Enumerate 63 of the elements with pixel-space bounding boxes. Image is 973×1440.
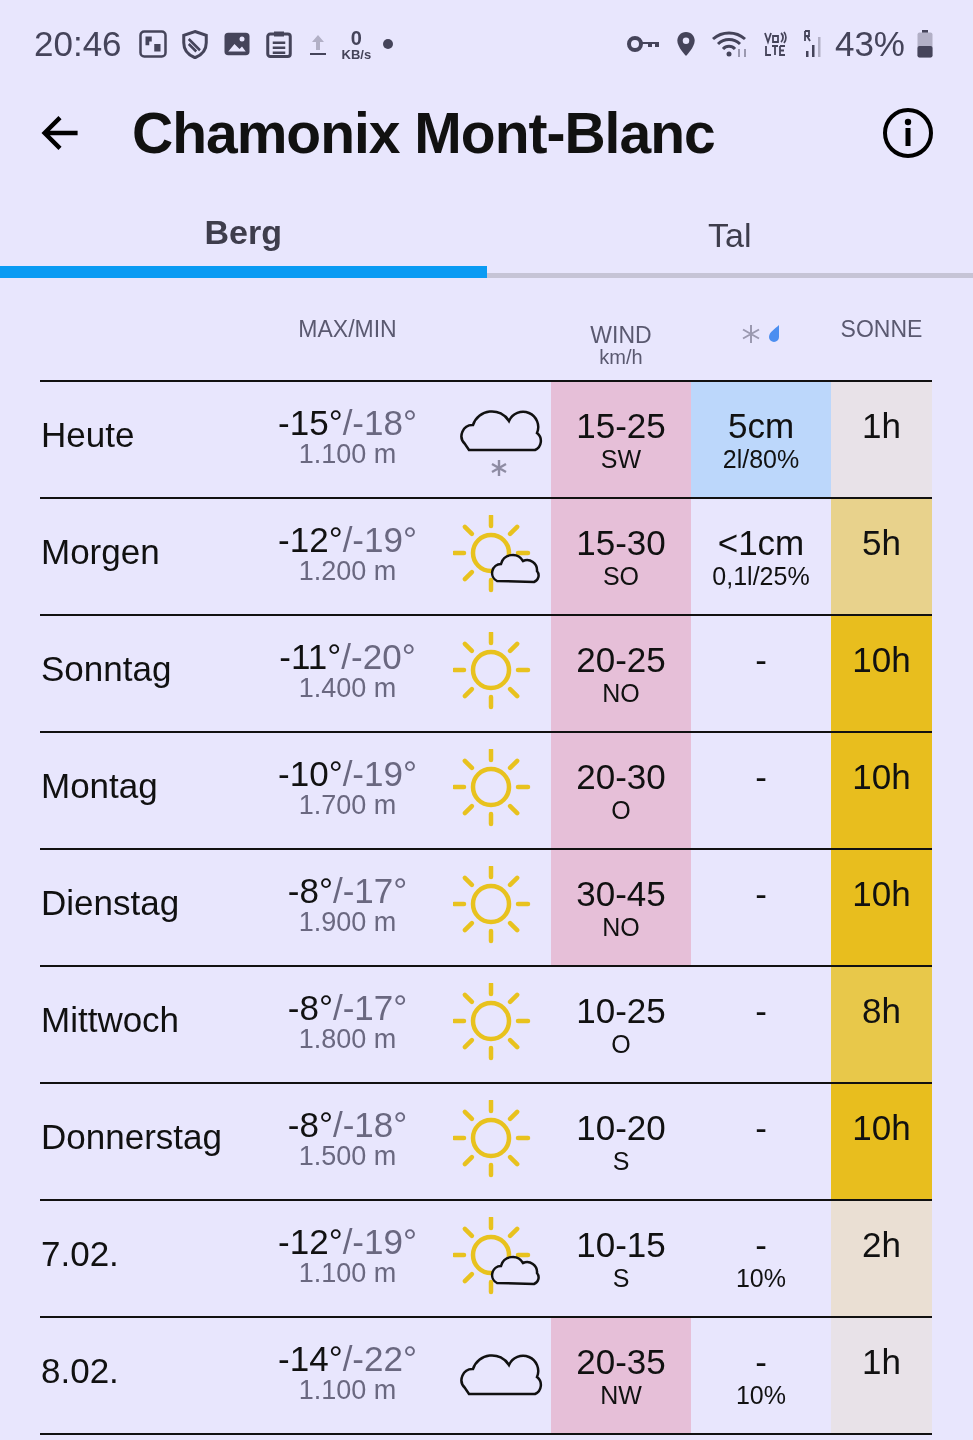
shield-icon bbox=[179, 29, 210, 59]
dot-icon bbox=[383, 39, 394, 49]
precipitation-cell: 5cm 2l/80% bbox=[691, 382, 831, 497]
temperature: -10°/-19° bbox=[278, 755, 417, 793]
day-label: Morgen bbox=[40, 531, 161, 573]
key-icon bbox=[626, 34, 661, 54]
tab[interactable]: Tal bbox=[486, 216, 973, 278]
column-header: MAX/MIN bbox=[298, 316, 397, 343]
altitude: 1.900 m bbox=[298, 909, 397, 937]
location-title: Chamonix Mont-Blanc bbox=[132, 100, 716, 166]
snowflake-icon bbox=[741, 324, 761, 344]
day-label: 8.02. bbox=[40, 1350, 120, 1392]
clipboard-icon bbox=[263, 29, 294, 59]
battery-icon bbox=[917, 30, 933, 58]
temperature: -14°/-22° bbox=[278, 1340, 417, 1378]
sunshine-cell: 8h bbox=[831, 967, 932, 1082]
tab[interactable]: Berg bbox=[0, 213, 487, 278]
altitude: 1.500 m bbox=[298, 1143, 397, 1171]
day-label: Dienstag bbox=[40, 882, 181, 924]
day-label: Sonntag bbox=[40, 648, 173, 690]
temperature: -15°/-18° bbox=[278, 404, 417, 442]
temperature: -8°/-17° bbox=[287, 989, 408, 1027]
altitude: 1.700 m bbox=[298, 792, 397, 820]
sunshine-cell: 5h bbox=[831, 499, 932, 614]
column-unit: km/h bbox=[599, 347, 643, 367]
speed-unit: KB/s bbox=[341, 47, 372, 61]
speed-value: 0 bbox=[350, 27, 362, 48]
day-label: 7.02. bbox=[40, 1233, 120, 1275]
raindrop-icon bbox=[767, 324, 781, 342]
temperature: -12°/-19° bbox=[278, 521, 417, 559]
sunshine-cell: 10h bbox=[831, 733, 932, 848]
sunshine-cell: 1h bbox=[831, 382, 932, 497]
wind-cell: 20-35 NW bbox=[551, 1318, 691, 1433]
sunshine-cell: 1h bbox=[831, 1318, 932, 1433]
battery-percent: 43% bbox=[834, 24, 905, 64]
day-label: Montag bbox=[40, 765, 159, 807]
sunshine-cell: 10h bbox=[831, 850, 932, 965]
column-header: SONNE bbox=[840, 316, 923, 343]
wind-cell: 15-30 SO bbox=[551, 499, 691, 614]
day-label: Mittwoch bbox=[40, 999, 181, 1041]
temperature: -12°/-19° bbox=[278, 1223, 417, 1261]
altitude: 1.200 m bbox=[298, 558, 397, 586]
temperature: -8°/-18° bbox=[287, 1106, 408, 1144]
wind-cell: 20-25 NO bbox=[551, 616, 691, 731]
status-time: 20:46 bbox=[34, 24, 122, 64]
altitude: 1.100 m bbox=[298, 1260, 397, 1288]
temperature: -8°/-17° bbox=[287, 872, 408, 910]
sunshine-cell: 10h bbox=[831, 616, 932, 731]
altitude: 1.400 m bbox=[298, 675, 397, 703]
info-button[interactable] bbox=[881, 106, 935, 160]
column-header: WIND bbox=[590, 324, 652, 347]
sunshine-cell: 2h bbox=[831, 1201, 932, 1316]
altitude: 1.100 m bbox=[298, 441, 397, 469]
wind-cell: 30-45 NO bbox=[551, 850, 691, 965]
temperature: -11°/-20° bbox=[279, 638, 416, 676]
altitude: 1.800 m bbox=[298, 1026, 397, 1054]
day-label: Heute bbox=[40, 414, 136, 456]
wind-cell: 20-30 O bbox=[551, 733, 691, 848]
day-label: Donnerstag bbox=[40, 1116, 223, 1158]
wind-cell: 15-25 SW bbox=[551, 382, 691, 497]
altitude: 1.100 m bbox=[298, 1377, 397, 1405]
signal-icon bbox=[802, 29, 823, 59]
sunshine-cell: 10h bbox=[831, 1084, 932, 1199]
